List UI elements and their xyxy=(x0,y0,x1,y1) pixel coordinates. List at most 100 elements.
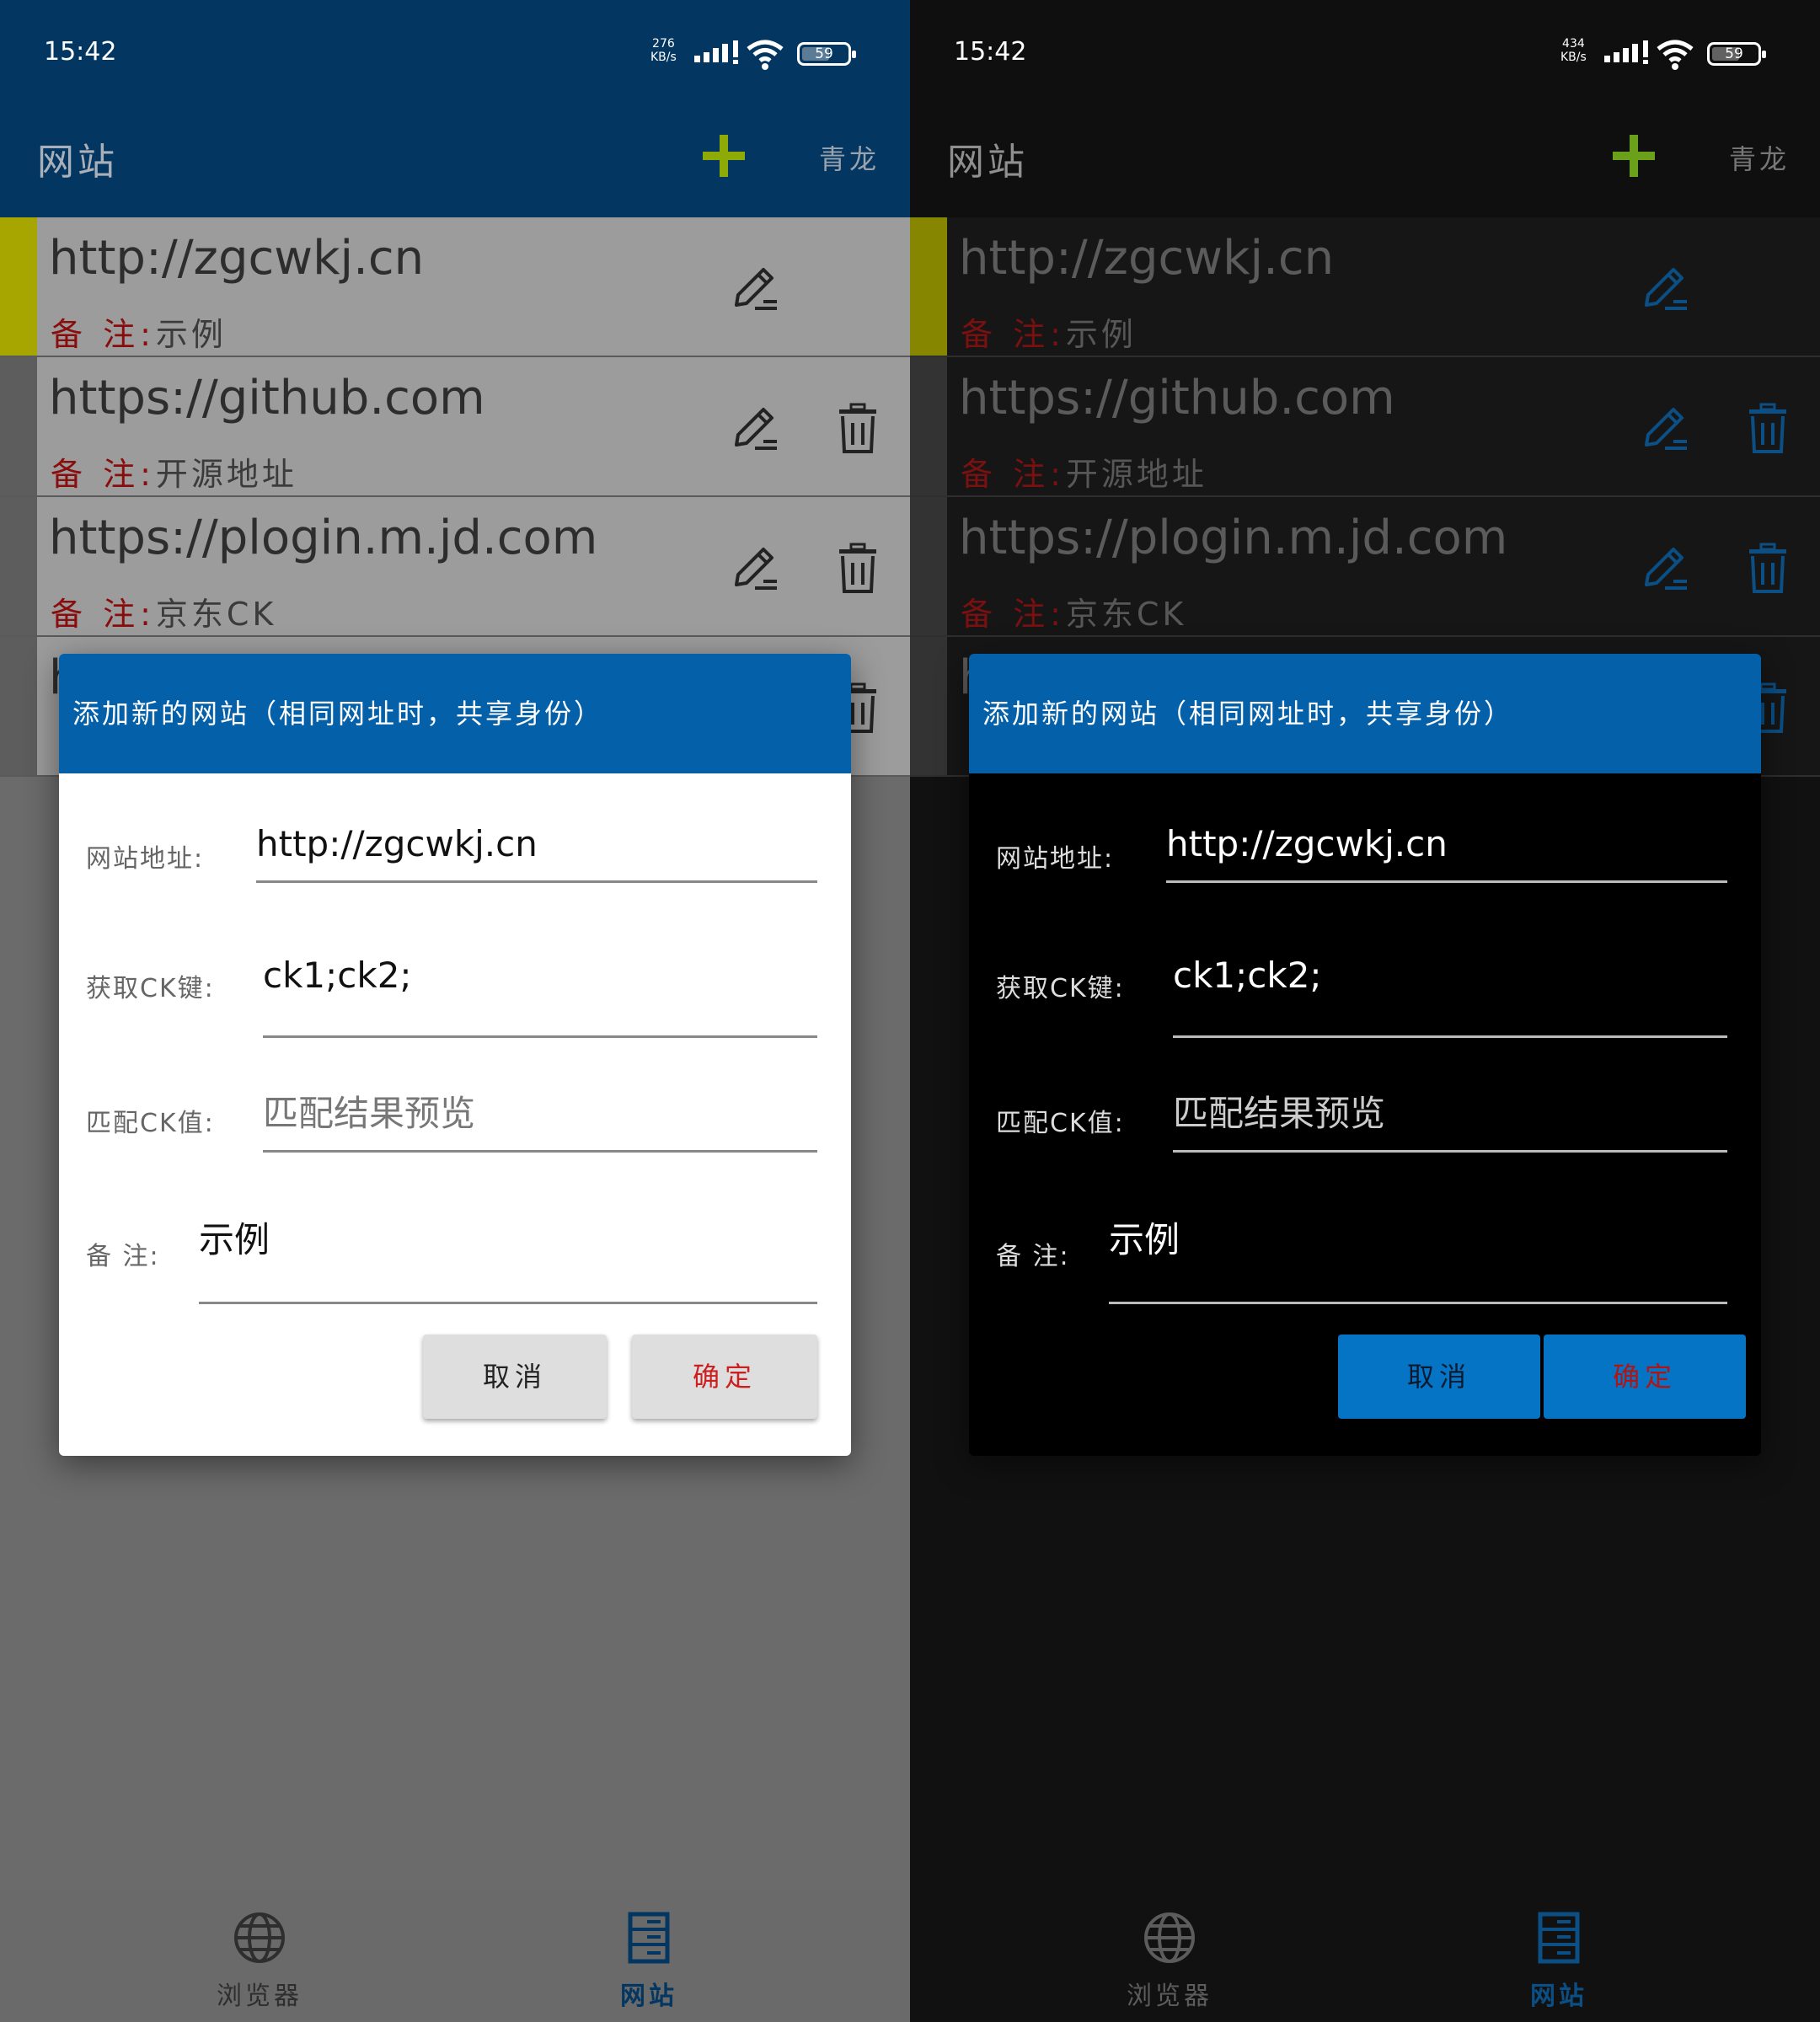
list-item[interactable]: https://github.com 备 注:开源地址 xyxy=(0,357,910,497)
note-label: 备 注: xyxy=(961,316,1066,353)
edit-icon[interactable] xyxy=(1640,401,1690,455)
site-note: 备 注:京东CK xyxy=(961,588,1186,634)
battery-icon: 59 xyxy=(797,42,856,66)
note-value: 京东CK xyxy=(1065,596,1187,633)
note-label: 备 注: xyxy=(86,1242,160,1271)
bottom-navigation: 浏览器 网站 xyxy=(0,1891,910,2022)
site-url: https://plogin.m.jd.com xyxy=(49,511,598,565)
wifi-icon xyxy=(1657,40,1694,70)
ck-key-label: 获取CK键: xyxy=(86,974,215,1003)
globe-icon xyxy=(1144,1912,1195,1963)
list-item[interactable]: https://github.com 备 注:开源地址 xyxy=(910,357,1820,497)
row-indicator xyxy=(910,637,947,775)
site-note: 备 注:开源地址 xyxy=(51,448,297,495)
page-title: 网站 xyxy=(37,141,118,184)
ck-value-label: 匹配CK值: xyxy=(86,1109,215,1138)
row-indicator xyxy=(0,497,37,635)
note-label: 备 注: xyxy=(51,456,156,493)
nav-browser-tab[interactable]: 浏览器 xyxy=(1043,1891,1296,2022)
url-input[interactable]: http://zgcwkj.cn xyxy=(1166,812,1727,883)
nav-browser-tab[interactable]: 浏览器 xyxy=(133,1891,386,2022)
url-label: 网站地址: xyxy=(86,844,205,874)
selected-indicator xyxy=(910,217,947,356)
site-url: http://zgcwkj.cn xyxy=(49,231,425,286)
app-bar: 网站 青龙 xyxy=(910,101,1820,217)
ck-value-label: 匹配CK值: xyxy=(996,1109,1125,1138)
status-bar: 15:42 276 KB/s 59 xyxy=(0,0,910,101)
ck-key-input[interactable]: ck1;ck2; xyxy=(263,942,817,1038)
url-input[interactable]: http://zgcwkj.cn xyxy=(256,812,817,883)
qinglong-button[interactable]: 青龙 xyxy=(819,138,880,177)
status-time: 15:42 xyxy=(954,37,1027,67)
edit-icon[interactable] xyxy=(730,261,780,315)
trash-icon[interactable] xyxy=(1744,541,1791,595)
network-speed-value: 434 xyxy=(1562,37,1585,51)
battery-level: 59 xyxy=(815,45,833,62)
site-note: 备 注:示例 xyxy=(961,308,1137,355)
site-url: https://github.com xyxy=(49,371,485,425)
signal-icon xyxy=(694,40,738,64)
qinglong-button[interactable]: 青龙 xyxy=(1729,138,1790,177)
note-label: 备 注: xyxy=(51,316,156,353)
dialog-title: 添加新的网站（相同网址时，共享身份） xyxy=(59,654,851,773)
cancel-button[interactable]: 取消 xyxy=(423,1335,607,1419)
edit-icon[interactable] xyxy=(1640,541,1690,595)
trash-icon[interactable] xyxy=(834,541,881,595)
nav-site-label: 网站 xyxy=(1530,1982,1587,2011)
note-value: 示例 xyxy=(155,316,227,353)
row-indicator xyxy=(0,357,37,495)
edit-icon[interactable] xyxy=(730,401,780,455)
battery-icon: 59 xyxy=(1707,42,1766,66)
trash-icon[interactable] xyxy=(834,401,881,455)
confirm-button[interactable]: 确定 xyxy=(632,1335,817,1419)
edit-icon[interactable] xyxy=(730,541,780,595)
plus-icon[interactable] xyxy=(701,133,747,179)
network-speed-value: 276 xyxy=(652,37,675,51)
nav-site-tab[interactable]: 网站 xyxy=(522,1891,775,2022)
nav-browser-label: 浏览器 xyxy=(217,1982,302,2011)
edit-icon[interactable] xyxy=(1640,261,1690,315)
add-site-dialog: 添加新的网站（相同网址时，共享身份） 网站地址: http://zgcwkj.c… xyxy=(59,654,851,1456)
ck-key-label: 获取CK键: xyxy=(996,974,1125,1003)
ck-value-input[interactable]: 匹配结果预览 xyxy=(263,1083,817,1153)
note-label: 备 注: xyxy=(996,1242,1070,1271)
list-item[interactable]: http://zgcwkj.cn 备 注:示例 xyxy=(910,217,1820,357)
dark-theme-screen: 15:42 434 KB/s 59 网站 青龙 http://zgcwkj.cn … xyxy=(910,0,1820,2022)
network-speed-unit: KB/s xyxy=(650,51,677,64)
server-icon xyxy=(628,1912,670,1964)
url-label: 网站地址: xyxy=(996,844,1115,874)
row-indicator xyxy=(910,357,947,495)
note-value: 京东CK xyxy=(155,596,277,633)
row-indicator xyxy=(910,497,947,635)
network-speed: 434 KB/s xyxy=(1560,37,1587,64)
note-value: 开源地址 xyxy=(1065,456,1207,493)
ck-value-input[interactable]: 匹配结果预览 xyxy=(1173,1083,1727,1153)
cancel-button[interactable]: 取消 xyxy=(1338,1335,1540,1419)
ck-key-input[interactable]: ck1;ck2; xyxy=(1173,942,1727,1038)
nav-site-tab[interactable]: 网站 xyxy=(1432,1891,1685,2022)
site-note: 备 注:示例 xyxy=(51,308,227,355)
globe-icon xyxy=(234,1912,285,1963)
row-indicator xyxy=(0,637,37,775)
page-title: 网站 xyxy=(947,141,1028,184)
signal-icon xyxy=(1604,40,1648,64)
server-icon xyxy=(1538,1912,1580,1964)
app-bar: 网站 青龙 xyxy=(0,101,910,217)
note-label: 备 注: xyxy=(961,596,1066,633)
list-item[interactable]: https://plogin.m.jd.com 备 注:京东CK xyxy=(910,497,1820,637)
trash-icon[interactable] xyxy=(1744,401,1791,455)
confirm-button[interactable]: 确定 xyxy=(1544,1335,1746,1419)
light-theme-screen: 15:42 276 KB/s 59 网站 青龙 http://zgcwkj.cn … xyxy=(0,0,910,2022)
wifi-icon xyxy=(747,40,784,70)
list-item[interactable]: http://zgcwkj.cn 备 注:示例 xyxy=(0,217,910,357)
selected-indicator xyxy=(0,217,37,356)
list-item[interactable]: https://plogin.m.jd.com 备 注:京东CK xyxy=(0,497,910,637)
bottom-navigation: 浏览器 网站 xyxy=(910,1891,1820,2022)
note-label: 备 注: xyxy=(961,456,1066,493)
network-speed-unit: KB/s xyxy=(1560,51,1587,64)
plus-icon[interactable] xyxy=(1611,133,1657,179)
note-value: 示例 xyxy=(1065,316,1137,353)
note-input[interactable]: 示例 xyxy=(1109,1206,1727,1304)
note-input[interactable]: 示例 xyxy=(199,1206,817,1304)
site-note: 备 注:开源地址 xyxy=(961,448,1207,495)
